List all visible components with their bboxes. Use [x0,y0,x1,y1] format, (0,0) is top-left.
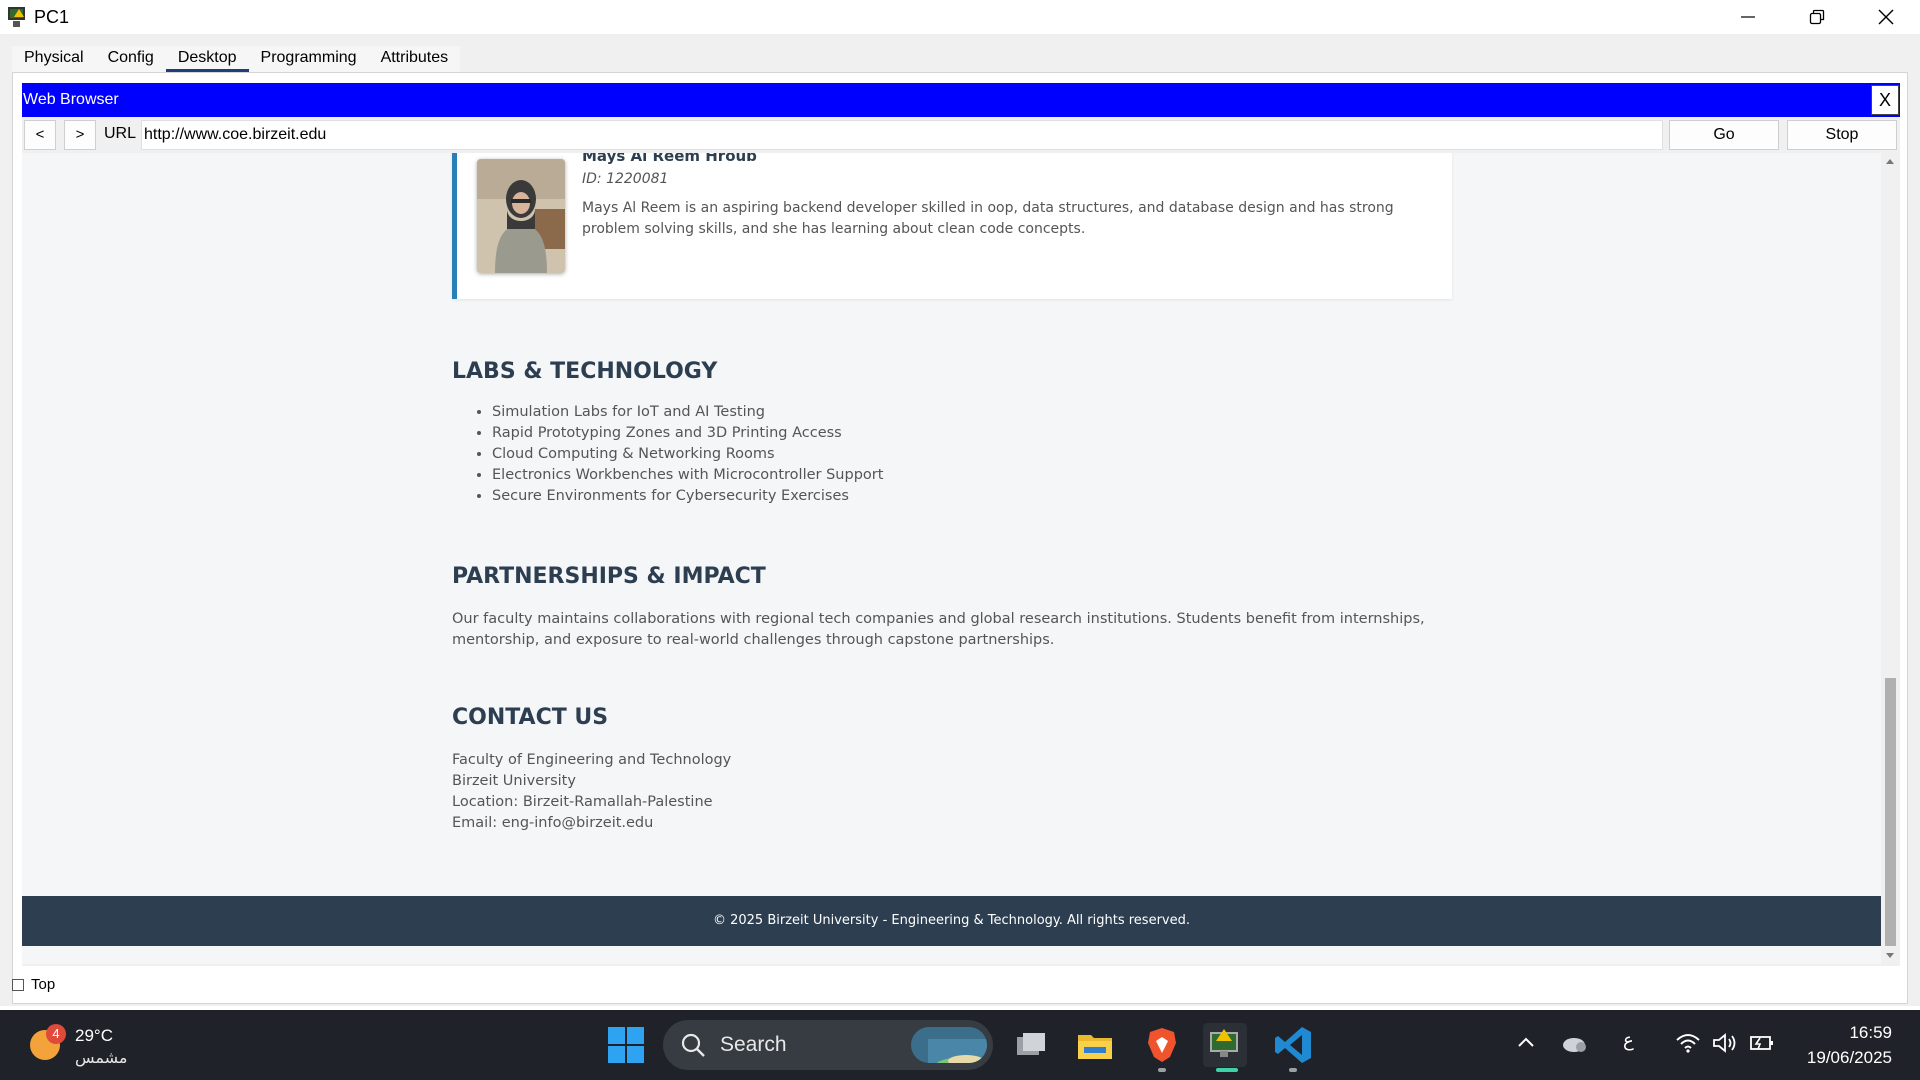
battery-charging-icon[interactable] [1748,1032,1776,1059]
browser-page-viewport[interactable]: Mays Al Reem Hroub ID: 1220081 Mays Al R… [22,153,1900,964]
file-explorer-icon[interactable] [1073,1023,1117,1067]
taskbar-search[interactable]: Search [663,1020,993,1070]
vscode-icon[interactable] [1271,1023,1315,1067]
partnerships-paragraph: Our faculty maintains collaborations wit… [452,611,1425,648]
contact-line: Faculty of Engineering and Technology [452,752,732,768]
wifi-icon[interactable] [1675,1032,1701,1059]
page-scrollbar[interactable] [1881,153,1900,964]
windows-taskbar: 4 29°C مشمس Search ع 16:59 19/06/2025 [0,1010,1920,1080]
task-view-icon[interactable] [1009,1023,1053,1067]
web-browser-window: Web Browser X < > URL Go Stop [22,83,1900,966]
forward-button[interactable]: > [64,120,96,150]
tab-desktop[interactable]: Desktop [165,46,249,72]
contact-details: Faculty of Engineering and Technology Bi… [452,750,731,834]
back-button[interactable]: < [24,120,56,150]
team-member-card: Mays Al Reem Hroub ID: 1220081 Mays Al R… [452,153,1452,299]
top-checkbox[interactable] [12,978,24,991]
show-hidden-icons-chevron-icon[interactable] [1516,1032,1536,1057]
browser-navigation-bar: < > URL Go Stop [22,117,1900,153]
window-title: PC1 [34,6,70,27]
window-title-bar: PC1 [0,0,1920,34]
device-tabs: Physical Config Desktop Programming Attr… [12,46,461,72]
close-window-button[interactable] [1851,0,1920,34]
restore-icon [1809,9,1824,25]
scroll-up-arrow-icon[interactable] [1886,159,1894,164]
scrollbar-thumb[interactable] [1885,678,1896,946]
input-language-indicator[interactable]: ع [1623,1030,1634,1051]
partnerships-heading: PARTNERSHIPS & IMPACT [452,564,766,589]
tab-programming[interactable]: Programming [248,46,369,72]
search-highlight-image [911,1027,987,1063]
vscode-running-indicator [1289,1068,1297,1072]
list-item: Rapid Prototyping Zones and 3D Printing … [492,423,883,444]
clock-time: 16:59 [1849,1023,1892,1042]
member-name: Mays Al Reem Hroub [582,153,757,165]
contact-email: Email: eng-info@birzeit.edu [452,815,654,831]
weather-temperature: 29°C [75,1026,113,1045]
list-item: Cloud Computing & Networking Rooms [492,444,883,465]
browser-close-button[interactable]: X [1871,85,1899,115]
labs-list: Simulation Labs for IoT and AI Testing R… [492,402,883,507]
top-checkbox-label: Top [31,976,56,993]
scroll-down-arrow-icon[interactable] [1886,953,1894,958]
member-id: ID: 1220081 [582,171,669,187]
list-item: Simulation Labs for IoT and AI Testing [492,402,883,423]
go-button[interactable]: Go [1669,120,1779,150]
minimize-icon [1740,16,1755,18]
top-checkbox-row: Top [12,976,55,993]
tab-config[interactable]: Config [95,46,166,72]
search-icon [681,1033,705,1057]
contact-heading: CONTACT US [452,705,609,730]
labs-heading: LABS & TECHNOLOGY [452,359,718,384]
contact-line: Birzeit University [452,773,576,789]
search-label: Search [720,1033,787,1056]
system-clock[interactable]: 16:59 19/06/2025 [1807,1020,1892,1070]
volume-icon[interactable] [1711,1032,1739,1059]
weather-condition: مشمس [75,1050,128,1067]
onedrive-icon[interactable] [1561,1032,1589,1059]
window-controls [1713,0,1920,34]
notification-badge: 4 [46,1024,66,1044]
stop-button[interactable]: Stop [1787,120,1897,150]
windows-logo-icon [608,1027,625,1044]
url-label: URL [104,125,137,142]
packet-tracer-icon[interactable] [1203,1023,1247,1067]
url-input[interactable] [141,120,1663,150]
tab-physical[interactable]: Physical [12,46,96,72]
restore-button[interactable] [1782,0,1851,34]
list-item: Electronics Workbenches with Microcontro… [492,465,883,486]
list-item: Secure Environments for Cybersecurity Ex… [492,486,883,507]
contact-line: Location: Birzeit-Ramallah-Palestine [452,794,713,810]
packet-tracer-active-indicator [1216,1068,1238,1072]
page-footer: © 2025 Birzeit University - Engineering … [22,896,1881,946]
web-browser-title: Web Browser [23,91,119,108]
member-photo [477,159,565,273]
minimize-button[interactable] [1713,0,1782,34]
clock-date: 19/06/2025 [1806,1048,1892,1067]
packet-tracer-pc-icon [6,5,28,29]
desktop-tab-panel: Web Browser X < > URL Go Stop [12,72,1908,1004]
close-icon [1878,9,1893,25]
member-description: Mays Al Reem is an aspiring backend deve… [582,200,1394,237]
brave-browser-icon[interactable] [1140,1023,1184,1067]
web-browser-title-bar: Web Browser X [22,83,1900,117]
brave-running-indicator [1158,1068,1166,1072]
start-button[interactable] [608,1027,644,1063]
tab-attributes[interactable]: Attributes [368,46,461,72]
device-window-body: Physical Config Desktop Programming Attr… [0,34,1920,1006]
